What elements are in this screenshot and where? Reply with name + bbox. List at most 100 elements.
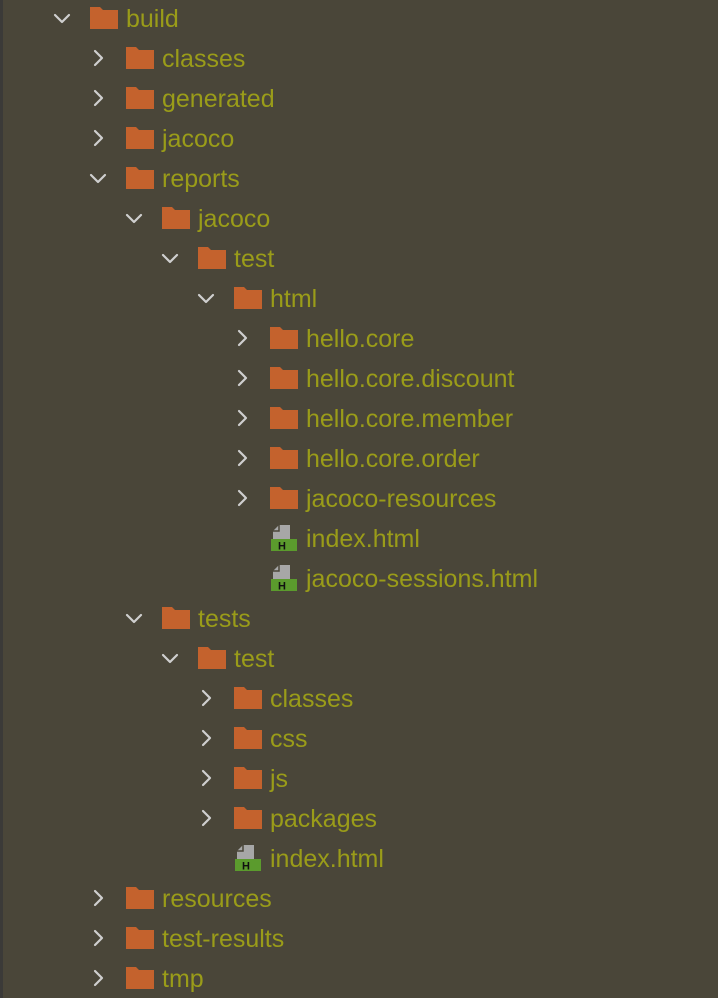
tree-item-label: jacoco-resources [306, 485, 497, 513]
tree-item-label: tmp [162, 965, 204, 993]
tree-item-label: test [234, 645, 275, 673]
tree-item-label: reports [162, 165, 240, 193]
chevron-down-icon[interactable] [87, 167, 109, 189]
folder-icon [125, 965, 155, 991]
chevron-down-icon[interactable] [159, 647, 181, 669]
folder-icon [125, 165, 155, 191]
chevron-right-icon[interactable] [195, 687, 217, 709]
tree-folder-item[interactable]: jacoco-resources [0, 479, 718, 519]
folder-icon [125, 85, 155, 111]
tree-item-label: generated [162, 85, 275, 113]
chevron-down-icon[interactable] [123, 207, 145, 229]
tree-item-label: index.html [306, 525, 420, 553]
chevron-right-icon[interactable] [231, 447, 253, 469]
tree-file-item[interactable]: Hindex.html [0, 839, 718, 879]
folder-icon [197, 645, 227, 671]
tree-file-item[interactable]: Hindex.html [0, 519, 718, 559]
tree-item-label: test-results [162, 925, 285, 953]
chevron-right-icon[interactable] [87, 967, 109, 989]
tree-folder-item[interactable]: hello.core.member [0, 399, 718, 439]
tree-item-label: js [270, 765, 289, 793]
folder-icon [125, 885, 155, 911]
folder-icon [125, 125, 155, 151]
tree-folder-item[interactable]: classes [0, 679, 718, 719]
chevron-right-icon[interactable] [195, 727, 217, 749]
folder-icon [125, 925, 155, 951]
folder-icon [233, 765, 263, 791]
chevron-right-icon[interactable] [87, 87, 109, 109]
tree-folder-item[interactable]: hello.core.order [0, 439, 718, 479]
tree-folder-item[interactable]: jacoco [0, 119, 718, 159]
chevron-right-icon[interactable] [87, 927, 109, 949]
svg-text:H: H [278, 541, 286, 553]
tree-folder-item[interactable]: build [0, 0, 718, 39]
folder-icon [197, 245, 227, 271]
tree-item-label: jacoco-sessions.html [306, 565, 539, 593]
chevron-right-icon[interactable] [231, 367, 253, 389]
tree-item-label: jacoco [162, 125, 235, 153]
html-file-icon: H [269, 564, 299, 593]
chevron-down-icon[interactable] [51, 7, 73, 29]
tree-folder-item[interactable]: jacoco [0, 199, 718, 239]
chevron-right-icon[interactable] [231, 487, 253, 509]
project-tree: build classes generated jacoco reports jacoco… [0, 0, 718, 998]
tree-folder-item[interactable]: classes [0, 39, 718, 79]
html-file-icon: H [269, 524, 299, 553]
tree-item-label: classes [270, 685, 354, 713]
chevron-right-icon[interactable] [87, 887, 109, 909]
tree-item-label: hello.core.member [306, 405, 514, 433]
chevron-down-icon[interactable] [123, 607, 145, 629]
tree-folder-item[interactable]: tmp [0, 959, 718, 998]
tree-folder-item[interactable]: packages [0, 799, 718, 839]
chevron-right-icon[interactable] [195, 767, 217, 789]
folder-icon [233, 685, 263, 711]
tree-folder-item[interactable]: js [0, 759, 718, 799]
tree-item-label: html [270, 285, 318, 313]
tree-item-label: css [270, 725, 308, 753]
tree-folder-item[interactable]: resources [0, 879, 718, 919]
chevron-down-icon[interactable] [195, 287, 217, 309]
chevron-right-icon[interactable] [87, 47, 109, 69]
svg-text:H: H [242, 861, 250, 873]
tree-folder-item[interactable]: css [0, 719, 718, 759]
tree-item-label: build [126, 5, 179, 33]
tree-folder-item[interactable]: hello.core [0, 319, 718, 359]
chevron-right-icon[interactable] [231, 407, 253, 429]
folder-icon [269, 445, 299, 471]
tree-item-label: classes [162, 45, 246, 73]
tree-folder-item[interactable]: hello.core.discount [0, 359, 718, 399]
folder-icon [161, 205, 191, 231]
tree-item-label: resources [162, 885, 272, 913]
html-file-icon: H [233, 844, 263, 873]
tree-item-label: jacoco [198, 205, 271, 233]
tree-folder-item[interactable]: tests [0, 599, 718, 639]
folder-icon [89, 5, 119, 31]
folder-icon [233, 285, 263, 311]
tree-item-label: index.html [270, 845, 384, 873]
folder-icon [161, 605, 191, 631]
folder-icon [269, 405, 299, 431]
tree-folder-item[interactable]: test [0, 639, 718, 679]
tree-folder-item[interactable]: test-results [0, 919, 718, 959]
tree-item-label: hello.core.discount [306, 365, 515, 393]
tree-item-label: tests [198, 605, 251, 633]
chevron-right-icon[interactable] [195, 807, 217, 829]
chevron-right-icon[interactable] [87, 127, 109, 149]
tree-item-label: test [234, 245, 275, 273]
folder-icon [269, 365, 299, 391]
folder-icon [269, 325, 299, 351]
chevron-right-icon[interactable] [231, 327, 253, 349]
folder-icon [233, 725, 263, 751]
tree-item-label: packages [270, 805, 378, 833]
svg-text:H: H [278, 581, 286, 593]
tree-folder-item[interactable]: test [0, 239, 718, 279]
tree-folder-item[interactable]: html [0, 279, 718, 319]
folder-icon [269, 485, 299, 511]
tree-folder-item[interactable]: reports [0, 159, 718, 199]
tree-file-item[interactable]: Hjacoco-sessions.html [0, 559, 718, 599]
tree-item-label: hello.core.order [306, 445, 480, 473]
folder-icon [125, 45, 155, 71]
tree-folder-item[interactable]: generated [0, 79, 718, 119]
chevron-down-icon[interactable] [159, 247, 181, 269]
folder-icon [233, 805, 263, 831]
